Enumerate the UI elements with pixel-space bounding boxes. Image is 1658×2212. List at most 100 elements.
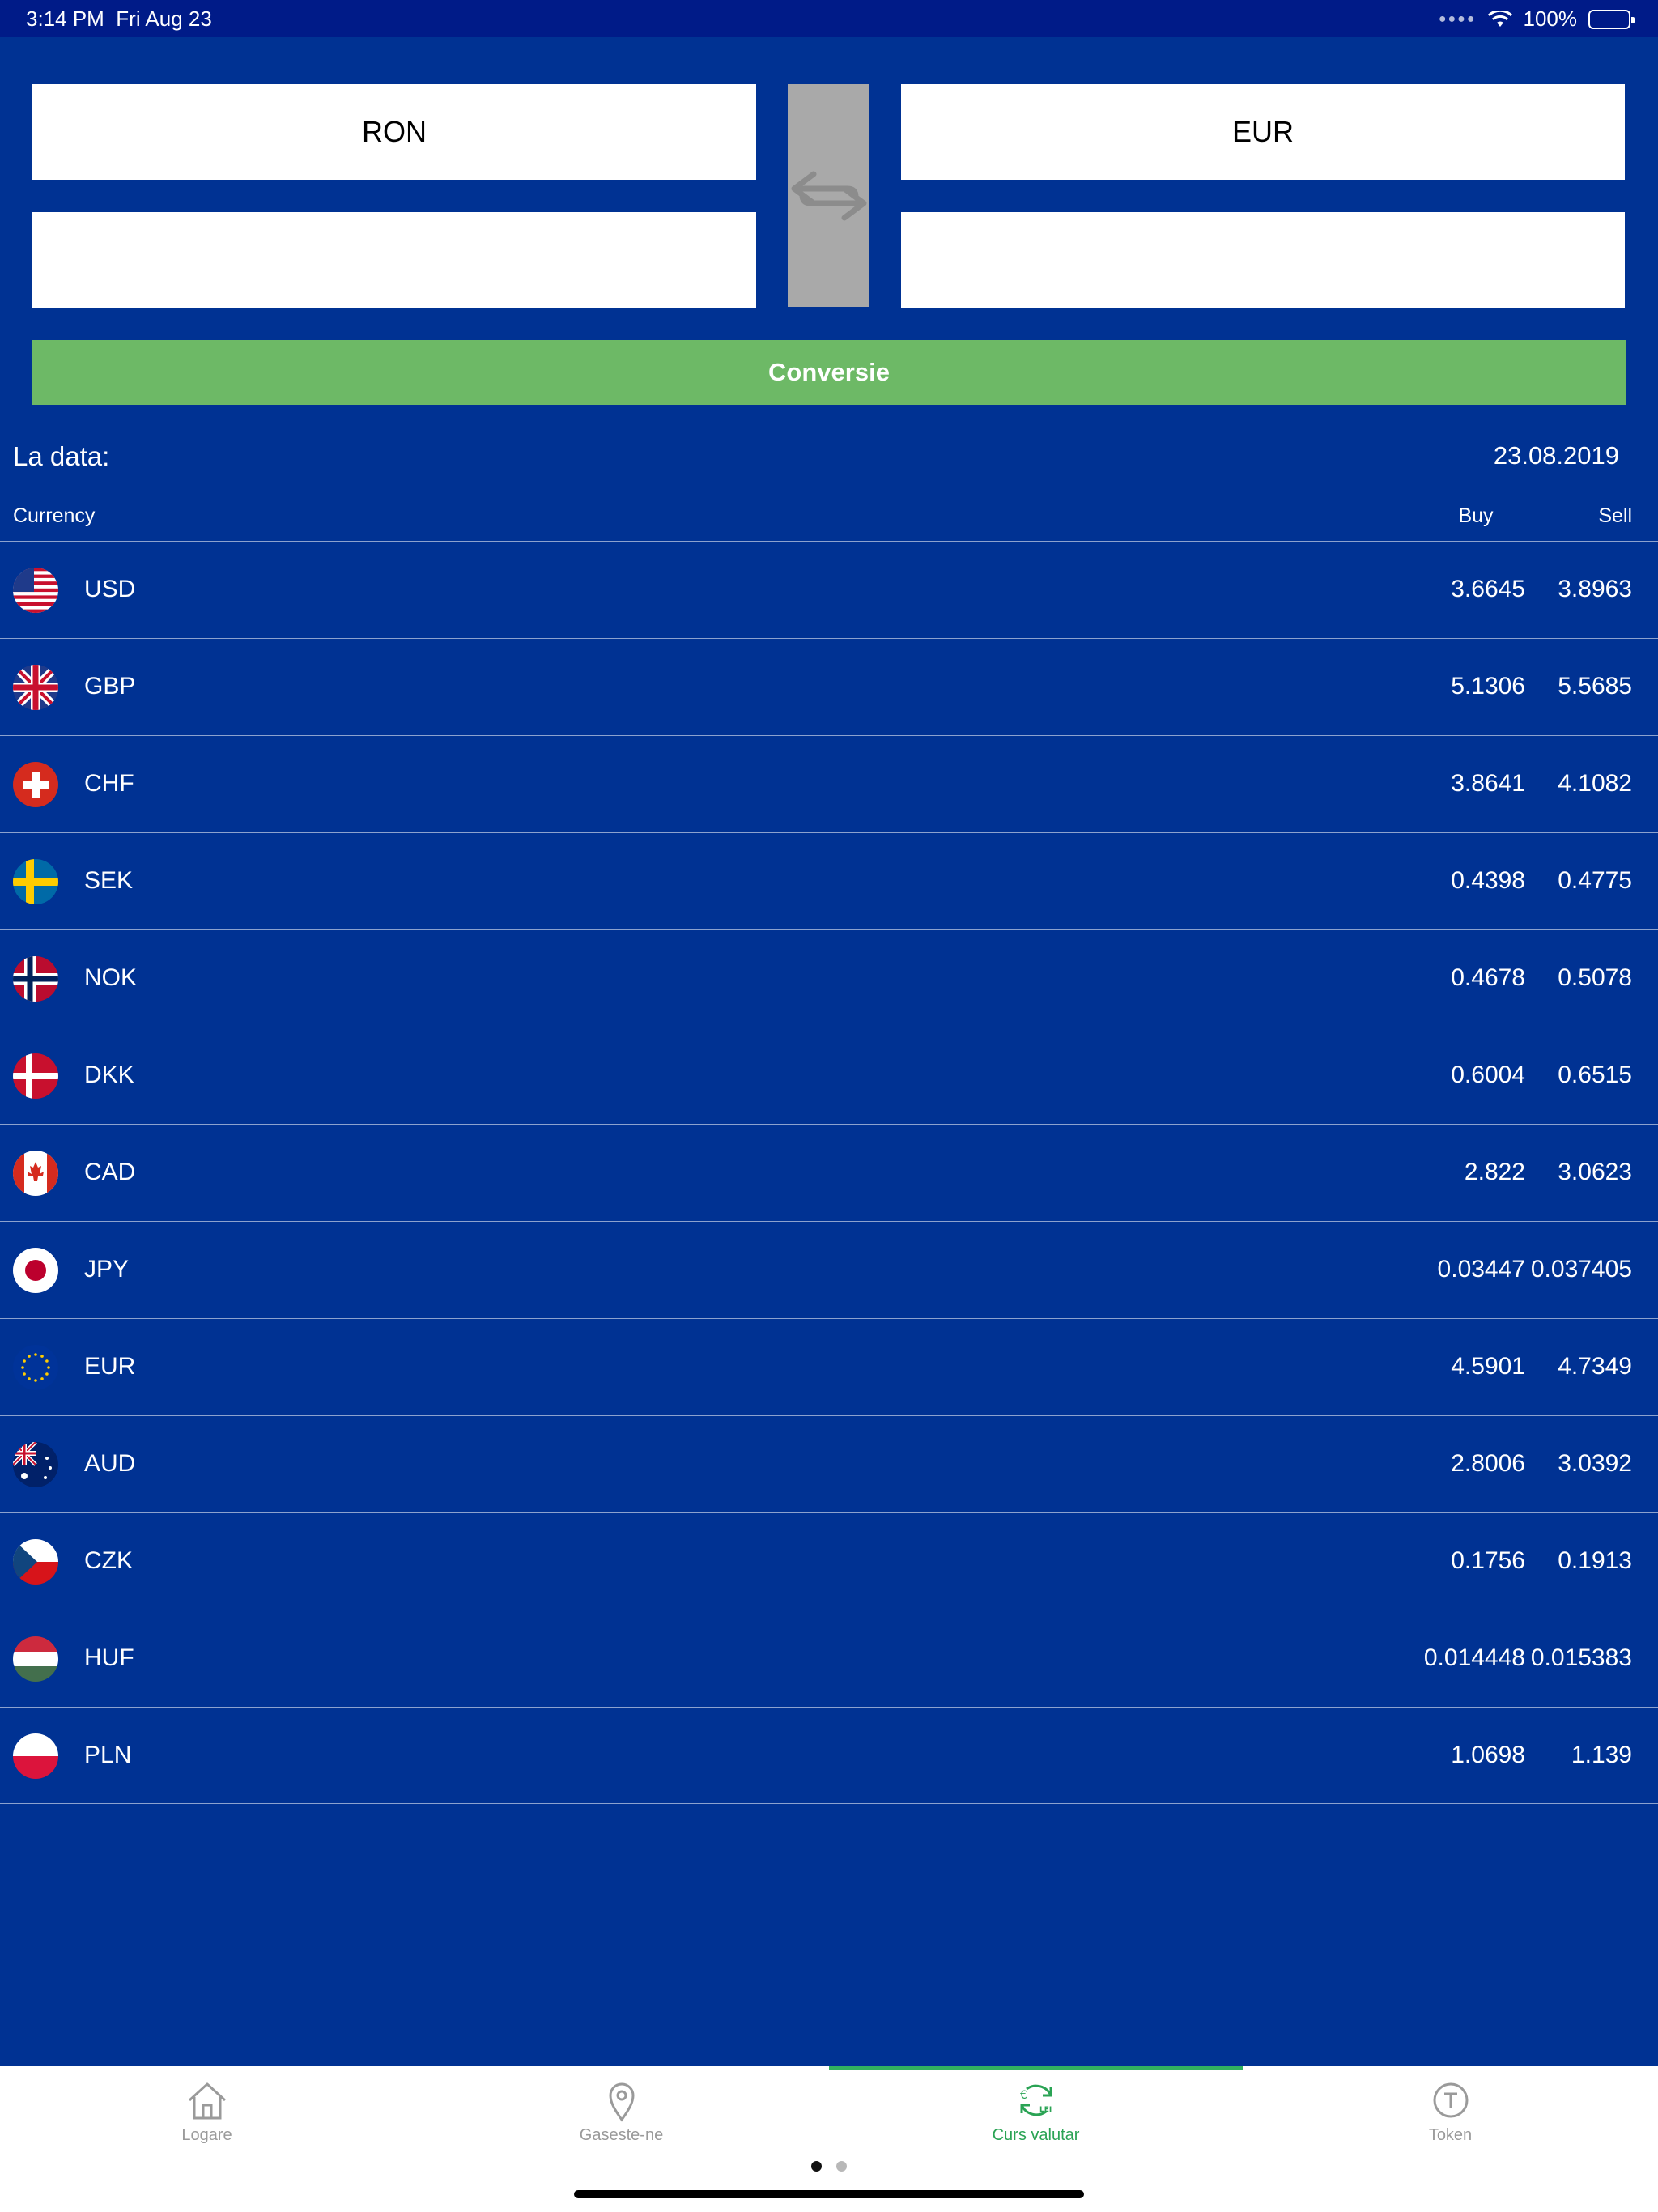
- rate-row-jpy[interactable]: JPY 0.03447 0.037405: [0, 1221, 1658, 1318]
- active-tab-indicator: [829, 2066, 1243, 2070]
- buy-rate: 3.8641: [1451, 770, 1525, 797]
- uk-flag-icon: [13, 665, 58, 710]
- currency-code: CZK: [84, 1547, 133, 1574]
- tab-label: Curs valutar: [992, 2126, 1080, 2144]
- from-currency-select[interactable]: RON: [32, 84, 756, 180]
- swiss-flag-icon: [13, 762, 58, 807]
- buy-rate: 5.1306: [1451, 673, 1525, 700]
- rate-row-aud[interactable]: AUD 2.8006 3.0392: [0, 1415, 1658, 1512]
- sell-rate: 0.037405: [1530, 1256, 1632, 1283]
- currency-code: USD: [84, 576, 136, 602]
- currency-code: CAD: [84, 1159, 136, 1185]
- rate-row-huf[interactable]: HUF 0.014448 0.015383: [0, 1610, 1658, 1707]
- page-dot-active: [811, 2161, 822, 2172]
- tab-label: Gaseste-ne: [579, 2126, 664, 2144]
- sell-rate: 5.5685: [1558, 673, 1632, 700]
- norway-flag-icon: [13, 956, 58, 1002]
- to-currency-select[interactable]: EUR: [901, 84, 1625, 180]
- japan-flag-icon: [13, 1248, 58, 1293]
- us-flag-icon: [13, 568, 58, 613]
- swap-currencies-button[interactable]: [788, 84, 869, 307]
- tab-label: Logare: [181, 2126, 232, 2144]
- sell-rate: 0.015383: [1530, 1644, 1632, 1671]
- currency-code: NOK: [84, 964, 138, 991]
- buy-rate: 1.0698: [1451, 1742, 1525, 1768]
- signal-icon: ●●●●: [1438, 11, 1477, 26]
- swap-arrows-icon: [791, 171, 866, 220]
- page-indicator[interactable]: [0, 2161, 1658, 2172]
- buy-rate: 3.6645: [1451, 576, 1525, 602]
- buy-rate: 0.4398: [1451, 867, 1525, 894]
- hungary-flag-icon: [13, 1636, 58, 1682]
- date-label: La data:: [13, 441, 110, 471]
- sell-rate: 0.1913: [1558, 1547, 1632, 1574]
- sweden-flag-icon: [13, 859, 58, 904]
- rates-table: USD 3.6645 3.8963 GBP 5.1306 5.5685 CHF …: [0, 541, 1658, 1804]
- poland-flag-icon: [13, 1733, 58, 1779]
- buy-rate: 0.6004: [1451, 1061, 1525, 1088]
- sell-rate: 0.5078: [1558, 964, 1632, 991]
- sell-rate: 0.4775: [1558, 867, 1632, 894]
- sell-rate: 3.0623: [1558, 1159, 1632, 1185]
- date-value: 23.08.2019: [1493, 441, 1619, 470]
- currency-code: DKK: [84, 1061, 134, 1088]
- page-dot: [836, 2161, 847, 2172]
- tab-gaseste-ne[interactable]: Gaseste-ne: [414, 2078, 828, 2167]
- from-amount-input[interactable]: [32, 212, 756, 308]
- buy-rate: 4.5901: [1451, 1353, 1525, 1380]
- rate-row-dkk[interactable]: DKK 0.6004 0.6515: [0, 1027, 1658, 1124]
- currency-code: HUF: [84, 1644, 134, 1671]
- sell-rate: 4.1082: [1558, 770, 1632, 797]
- status-icons: ●●●● 100%: [1438, 6, 1635, 32]
- convert-button[interactable]: Conversie: [32, 340, 1626, 405]
- tab-token[interactable]: Token: [1244, 2078, 1657, 2167]
- rate-row-sek[interactable]: SEK 0.4398 0.4775: [0, 832, 1658, 929]
- tab-label: Token: [1428, 2126, 1473, 2144]
- czech-flag-icon: [13, 1539, 58, 1585]
- status-bar: 3:14 PM Fri Aug 23 ●●●● 100%: [0, 0, 1658, 37]
- svg-text:€: €: [1020, 2089, 1027, 2102]
- eu-flag-icon: [13, 1345, 58, 1390]
- status-time: 3:14 PM Fri Aug 23: [26, 6, 212, 31]
- currency-exchange-icon: € LEI: [1020, 2084, 1052, 2116]
- to-amount-input[interactable]: [901, 212, 1625, 308]
- rate-row-eur[interactable]: EUR 4.5901 4.7349: [0, 1318, 1658, 1415]
- rate-row-cad[interactable]: CAD 2.822 3.0623: [0, 1124, 1658, 1221]
- rate-row-usd[interactable]: USD 3.6645 3.8963: [0, 541, 1658, 638]
- buy-rate: 2.8006: [1451, 1450, 1525, 1477]
- column-header-currency: Currency: [13, 504, 96, 527]
- buy-rate: 0.4678: [1451, 964, 1525, 991]
- sell-rate: 4.7349: [1558, 1353, 1632, 1380]
- tab-logare[interactable]: Logare: [0, 2078, 414, 2167]
- battery-percent: 100%: [1523, 6, 1578, 31]
- currency-code: CHF: [84, 770, 134, 797]
- denmark-flag-icon: [13, 1053, 58, 1099]
- currency-code: JPY: [84, 1256, 130, 1283]
- rate-row-czk[interactable]: CZK 0.1756 0.1913: [0, 1512, 1658, 1610]
- svg-text:LEI: LEI: [1039, 2106, 1052, 2114]
- buy-rate: 0.014448: [1423, 1644, 1525, 1671]
- buy-rate: 2.822: [1464, 1159, 1525, 1185]
- rate-row-nok[interactable]: NOK 0.4678 0.5078: [0, 929, 1658, 1027]
- column-header-sell: Sell: [1598, 504, 1632, 527]
- currency-code: AUD: [84, 1450, 136, 1477]
- currency-code: SEK: [84, 867, 134, 894]
- canada-flag-icon: [13, 1151, 58, 1196]
- wifi-icon: [1487, 10, 1512, 27]
- battery-icon: [1588, 9, 1635, 29]
- tab-curs-valutar[interactable]: € LEI Curs valutar: [829, 2078, 1243, 2167]
- home-icon: [188, 2082, 226, 2120]
- home-indicator[interactable]: [574, 2190, 1084, 2198]
- sell-rate: 0.6515: [1558, 1061, 1632, 1088]
- token-icon: [1433, 2082, 1468, 2118]
- australia-flag-icon: [13, 1442, 58, 1487]
- rate-row-gbp[interactable]: GBP 5.1306 5.5685: [0, 638, 1658, 735]
- rate-row-chf[interactable]: CHF 3.8641 4.1082: [0, 735, 1658, 832]
- rate-row-pln[interactable]: PLN 1.0698 1.139: [0, 1707, 1658, 1804]
- sell-rate: 1.139: [1571, 1742, 1632, 1768]
- currency-code: PLN: [84, 1742, 132, 1768]
- currency-code: EUR: [84, 1353, 136, 1380]
- buy-rate: 0.1756: [1451, 1547, 1525, 1574]
- buy-rate: 0.03447: [1437, 1256, 1525, 1283]
- location-pin-icon: [608, 2082, 635, 2122]
